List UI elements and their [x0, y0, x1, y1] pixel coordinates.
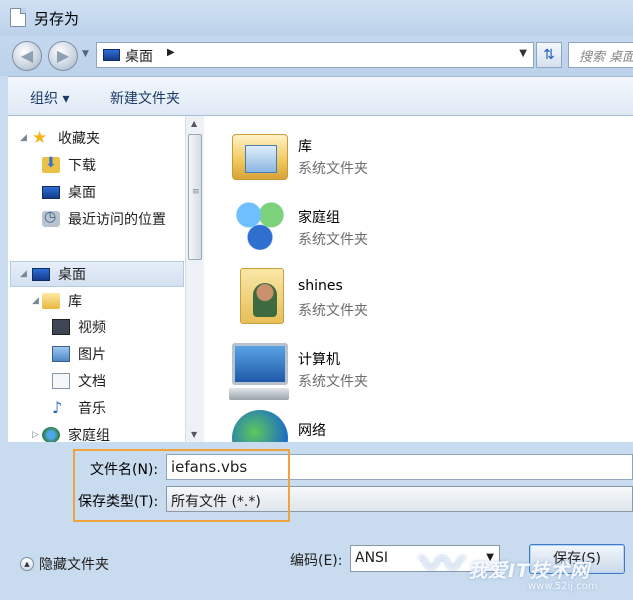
file-name: 计算机 — [298, 352, 340, 368]
encoding-value: ANSI — [355, 550, 389, 566]
document-icon — [52, 373, 70, 389]
desktop-icon — [32, 267, 50, 281]
desktop-icon — [103, 49, 120, 61]
library-icon — [232, 134, 288, 180]
tree-item-label: 音乐 — [78, 401, 106, 417]
chevron-up-icon: ▲ — [20, 557, 34, 571]
recent-pages-dropdown-icon[interactable]: ▼ — [82, 49, 89, 59]
watermark-text: 我爱IT技术网 — [468, 560, 591, 582]
computer-icon — [229, 343, 289, 400]
new-folder-button[interactable]: 新建文件夹 — [110, 88, 180, 108]
navigation-pane: ◢ ★ 收藏夹 下载 桌面 最近访问的位置 ◢ 桌面 ◢ 库 视频 — [8, 116, 205, 442]
tree-item-label: 桌面 — [68, 185, 96, 201]
scroll-down-arrow-icon[interactable]: ▼ — [191, 430, 197, 439]
tree-item-label: 下载 — [68, 158, 96, 174]
breadcrumb-chevron-icon[interactable]: ▶ — [167, 47, 175, 58]
title-bar: 另存为 — [0, 0, 633, 36]
tree-item-recent-places[interactable]: 最近访问的位置 — [42, 206, 166, 232]
file-type: 系统文件夹 — [298, 232, 368, 248]
back-arrow-icon[interactable]: ◀ — [12, 41, 42, 71]
picture-icon — [52, 346, 70, 362]
window-title: 另存为 — [34, 10, 80, 28]
organize-button[interactable]: 组织 ▾ — [30, 88, 69, 108]
tree-item-desktop[interactable]: 桌面 — [32, 261, 86, 287]
annotation-highlight-box — [73, 449, 290, 522]
navigation-scrollbar[interactable]: ▲ ▼ — [185, 116, 204, 442]
homegroup-icon — [42, 427, 60, 442]
star-icon: ★ — [32, 128, 48, 148]
file-name: 网络 — [298, 423, 326, 439]
command-toolbar: 组织 ▾ 新建文件夹 — [8, 76, 633, 116]
list-item[interactable]: 计算机 系统文件夹 — [229, 333, 612, 400]
file-type: 系统文件夹 — [298, 374, 368, 390]
scrollbar-thumb[interactable] — [188, 134, 202, 260]
tree-item-label: 视频 — [78, 320, 106, 336]
library-icon — [42, 293, 60, 309]
tree-item-downloads[interactable]: 下载 — [42, 152, 96, 178]
homegroup-icon — [232, 197, 288, 253]
download-folder-icon — [42, 155, 60, 173]
tree-item-pictures[interactable]: 图片 — [52, 341, 106, 367]
tree-item-label: 家庭组 — [68, 428, 110, 442]
content-area: ◢ ★ 收藏夹 下载 桌面 最近访问的位置 ◢ 桌面 ◢ 库 视频 — [8, 116, 633, 466]
file-name: 库 — [298, 139, 312, 155]
watermark: 〰 我爱IT技术网 www.52ij.com — [420, 528, 633, 600]
hide-folders-label: 隐藏文件夹 — [39, 557, 109, 573]
scroll-up-arrow-icon[interactable]: ▲ — [191, 119, 197, 128]
tree-item-documents[interactable]: 文档 — [52, 368, 106, 394]
wing-logo-icon: 〰 — [420, 539, 464, 590]
file-type: 系统文件夹 — [298, 161, 368, 177]
forward-arrow-icon[interactable]: ▶ — [48, 41, 78, 71]
watermark-url: www.52ij.com — [528, 581, 598, 592]
tree-item-library[interactable]: 库 — [42, 288, 82, 314]
tree-item-label: 图片 — [78, 347, 106, 363]
user-folder-icon — [240, 268, 284, 324]
collapse-arrow-icon[interactable]: ◢ — [20, 269, 27, 279]
tree-item-label: 最近访问的位置 — [68, 212, 166, 228]
address-bar[interactable]: 桌面 ▶ ▼ — [96, 42, 534, 68]
file-type: 系统文件夹 — [298, 303, 368, 319]
file-name: 家庭组 — [298, 210, 340, 226]
tree-item-homegroup[interactable]: 家庭组 — [42, 422, 110, 442]
document-icon — [10, 8, 26, 27]
list-item[interactable]: 家庭组 系统文件夹 — [232, 191, 612, 257]
tree-item-music[interactable]: ♪ 音乐 — [52, 395, 106, 421]
list-item[interactable]: shines 系统文件夹 — [232, 262, 612, 328]
tree-item-videos[interactable]: 视频 — [52, 314, 106, 340]
tree-item-desktop-favorite[interactable]: 桌面 — [42, 179, 96, 205]
refresh-icon[interactable]: ⇅ — [536, 42, 562, 68]
encoding-label: 编码(E): — [290, 553, 343, 569]
navigation-bar: ◀ ▶ ▼ 桌面 ▶ ▼ ⇅ 搜索 桌面 — [0, 36, 633, 76]
file-name: shines — [298, 278, 343, 294]
file-list: 库 系统文件夹 家庭组 系统文件夹 shines 系统文件夹 计算机 系统文件夹… — [206, 116, 633, 466]
tree-item-label: 文档 — [78, 374, 106, 390]
tree-item-favorites[interactable]: ★ 收藏夹 — [32, 125, 100, 151]
hide-folders-button[interactable]: ▲ 隐藏文件夹 — [20, 554, 109, 574]
address-location[interactable]: 桌面 — [125, 46, 153, 66]
collapse-arrow-icon[interactable]: ◢ — [32, 296, 39, 306]
video-icon — [52, 319, 70, 335]
desktop-icon — [42, 185, 60, 199]
recent-places-icon — [42, 209, 60, 227]
address-dropdown-icon[interactable]: ▼ — [519, 48, 527, 59]
search-input[interactable]: 搜索 桌面 — [568, 42, 633, 68]
list-item[interactable]: 库 系统文件夹 — [232, 120, 612, 186]
tree-item-label: 库 — [68, 294, 82, 310]
collapse-arrow-icon[interactable]: ◢ — [20, 133, 27, 143]
music-note-icon: ♪ — [52, 398, 63, 417]
expand-arrow-icon[interactable]: ▷ — [32, 430, 39, 440]
tree-item-label: 桌面 — [58, 267, 86, 283]
tree-item-label: 收藏夹 — [58, 131, 100, 147]
